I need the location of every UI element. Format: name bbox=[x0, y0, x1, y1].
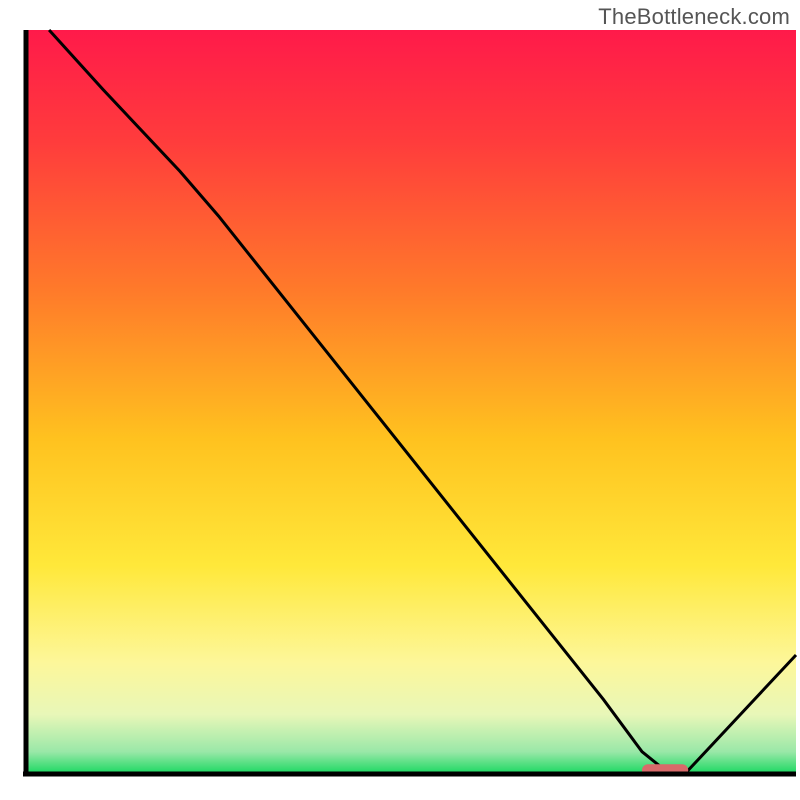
bottleneck-chart bbox=[0, 0, 800, 800]
gradient-background bbox=[26, 30, 796, 774]
watermark-text: TheBottleneck.com bbox=[598, 4, 790, 30]
